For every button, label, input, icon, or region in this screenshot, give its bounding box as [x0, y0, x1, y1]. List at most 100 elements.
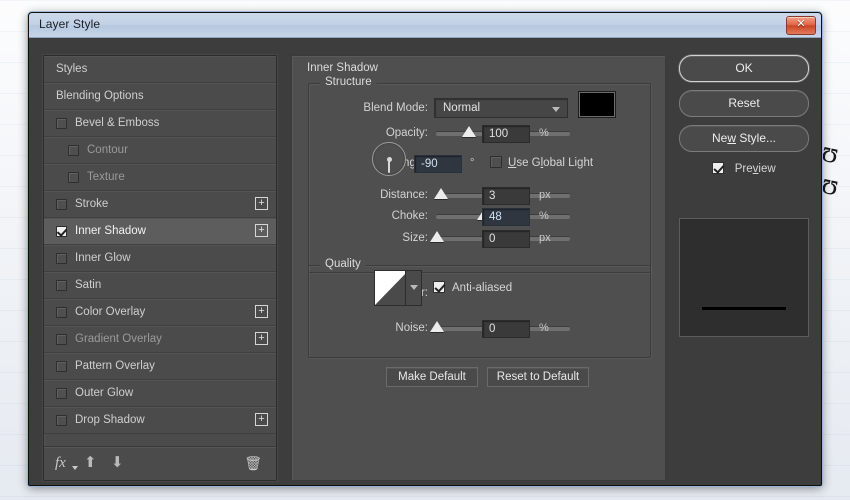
- fx-icon[interactable]: fx: [55, 454, 78, 472]
- add-effect-icon[interactable]: +: [255, 224, 268, 237]
- screen: ʊ ʊ Layer Style ✕ Styles Blending Options…: [0, 0, 850, 500]
- choke-input[interactable]: 48: [482, 208, 530, 226]
- effect-options-panel: Inner Shadow Structure Blend Mode: Norma…: [291, 55, 666, 481]
- sidebar-item-pattern-overlay[interactable]: Pattern Overlay: [44, 353, 276, 380]
- preview-thumbnail: [679, 218, 809, 337]
- add-effect-icon[interactable]: +: [255, 197, 268, 210]
- effect-enable-checkbox[interactable]: [56, 333, 67, 345]
- angle-input[interactable]: -90: [414, 155, 462, 173]
- effect-enable-checkbox[interactable]: [68, 144, 79, 156]
- effect-enable-checkbox[interactable]: [56, 360, 67, 372]
- opacity-input[interactable]: 100: [482, 125, 530, 143]
- sidebar-item-label: Pattern Overlay: [75, 360, 155, 372]
- effect-enable-checkbox[interactable]: [56, 414, 67, 426]
- effect-enable-checkbox[interactable]: [68, 171, 79, 183]
- sidebar-item-label: Gradient Overlay: [75, 333, 162, 345]
- sidebar-item-drop-shadow[interactable]: Drop Shadow +: [44, 407, 276, 434]
- noise-label: Noise:: [395, 322, 428, 334]
- noise-unit: %: [539, 322, 549, 334]
- sidebar-item-outer-glow[interactable]: Outer Glow: [44, 380, 276, 407]
- preview-label[interactable]: Preview: [735, 163, 776, 175]
- distance-slider-thumb[interactable]: [434, 188, 448, 199]
- angle-dial[interactable]: [372, 142, 406, 176]
- close-icon[interactable]: ✕: [786, 16, 816, 35]
- styles-panel: Styles Blending Options Bevel & Emboss Cont…: [43, 55, 277, 481]
- sidebar-item-label: Inner Glow: [75, 252, 131, 264]
- angle-unit: °: [470, 157, 475, 169]
- sidebar-item-label: Bevel & Emboss: [75, 117, 160, 129]
- sidebar-item-label: Blending Options: [56, 90, 144, 102]
- sidebar-item-styles[interactable]: Styles: [44, 56, 276, 83]
- sidebar-item-texture[interactable]: Texture: [44, 164, 276, 191]
- blend-mode-label: Blend Mode:: [363, 102, 428, 114]
- sidebar-item-label: Outer Glow: [75, 387, 134, 399]
- effect-enable-checkbox[interactable]: [56, 225, 67, 237]
- distance-input[interactable]: 3: [482, 187, 530, 205]
- move-down-icon[interactable]: ⬇: [111, 454, 124, 472]
- preview-toggle-row: Preview: [679, 160, 809, 182]
- use-global-light-label[interactable]: Use Global Light: [508, 157, 593, 169]
- effect-title: Inner Shadow: [302, 62, 383, 74]
- chevron-down-icon: [410, 285, 418, 290]
- choke-unit: %: [539, 210, 549, 222]
- sidebar-item-label: Inner Shadow: [75, 225, 146, 237]
- ok-button[interactable]: OK: [679, 55, 809, 82]
- choke-label: Choke:: [391, 210, 428, 222]
- blend-mode-value: Normal: [443, 102, 481, 114]
- sidebar-item-inner-shadow[interactable]: Inner Shadow +: [44, 218, 276, 245]
- noise-input[interactable]: 0: [482, 320, 530, 338]
- make-default-button[interactable]: Make Default: [386, 367, 478, 387]
- sidebar-item-inner-glow[interactable]: Inner Glow: [44, 245, 276, 272]
- size-slider-thumb[interactable]: [430, 231, 444, 242]
- styles-list[interactable]: Styles Blending Options Bevel & Emboss Cont…: [44, 56, 276, 446]
- sidebar-item-label: Satin: [75, 279, 102, 291]
- noise-slider-thumb[interactable]: [430, 321, 444, 332]
- sidebar-item-label: Color Overlay: [75, 306, 146, 318]
- sidebar-item-gradient-overlay[interactable]: Gradient Overlay +: [44, 326, 276, 353]
- blend-mode-select[interactable]: Normal: [434, 98, 568, 118]
- add-effect-icon[interactable]: +: [255, 332, 268, 345]
- sidebar-item-satin[interactable]: Satin: [44, 272, 276, 299]
- contour-curve-thumbnail: [375, 271, 408, 305]
- sidebar-item-label: Drop Shadow: [75, 414, 145, 426]
- reset-button[interactable]: Reset: [679, 90, 809, 117]
- actions-panel: OK Reset New Style... Preview: [679, 55, 809, 337]
- opacity-slider-thumb[interactable]: [462, 126, 476, 137]
- preview-checkbox[interactable]: [712, 161, 725, 174]
- new-style-button[interactable]: New Style...: [679, 125, 809, 152]
- reset-to-default-button[interactable]: Reset to Default: [487, 367, 589, 387]
- sidebar-item-contour[interactable]: Contour: [44, 137, 276, 164]
- sidebar-item-color-overlay[interactable]: Color Overlay +: [44, 299, 276, 326]
- effect-enable-checkbox[interactable]: [56, 117, 67, 129]
- use-global-light-checkbox[interactable]: [490, 156, 502, 168]
- anti-aliased-checkbox[interactable]: [433, 281, 445, 293]
- effect-enable-checkbox[interactable]: [56, 198, 67, 210]
- effect-enable-checkbox[interactable]: [56, 279, 67, 291]
- effect-enable-checkbox[interactable]: [56, 306, 67, 318]
- quality-fieldset: [308, 265, 651, 358]
- anti-aliased-label[interactable]: Anti-aliased: [452, 282, 512, 294]
- dialog-titlebar: Layer Style ✕: [29, 13, 821, 38]
- size-input[interactable]: 0: [482, 230, 530, 248]
- sidebar-item-label: Contour: [87, 144, 128, 156]
- sidebar-item-label: Stroke: [75, 198, 109, 210]
- move-up-icon[interactable]: ⬆: [84, 454, 97, 472]
- trash-icon[interactable]: 🗑: [244, 454, 262, 472]
- add-effect-icon[interactable]: +: [255, 413, 268, 426]
- structure-legend: Structure: [320, 76, 377, 88]
- effect-enable-checkbox[interactable]: [56, 387, 67, 399]
- size-unit: px: [539, 232, 551, 244]
- effect-enable-checkbox[interactable]: [56, 252, 67, 264]
- sidebar-item-label: Texture: [87, 171, 125, 183]
- shadow-color-swatch[interactable]: [578, 91, 616, 118]
- angle-hub: [386, 156, 392, 162]
- sidebar-item-bevel-emboss[interactable]: Bevel & Emboss: [44, 110, 276, 137]
- add-effect-icon[interactable]: +: [255, 305, 268, 318]
- preview-shape: [702, 307, 786, 310]
- sidebar-item-stroke[interactable]: Stroke +: [44, 191, 276, 218]
- opacity-label: Opacity:: [385, 127, 428, 139]
- angle-label: Angle:: [395, 157, 428, 169]
- sidebar-item-blending-options[interactable]: Blending Options: [44, 83, 276, 110]
- styles-toolbar: fx ⬆ ⬇ 🗑: [44, 446, 276, 480]
- contour-preset-picker[interactable]: [374, 270, 422, 306]
